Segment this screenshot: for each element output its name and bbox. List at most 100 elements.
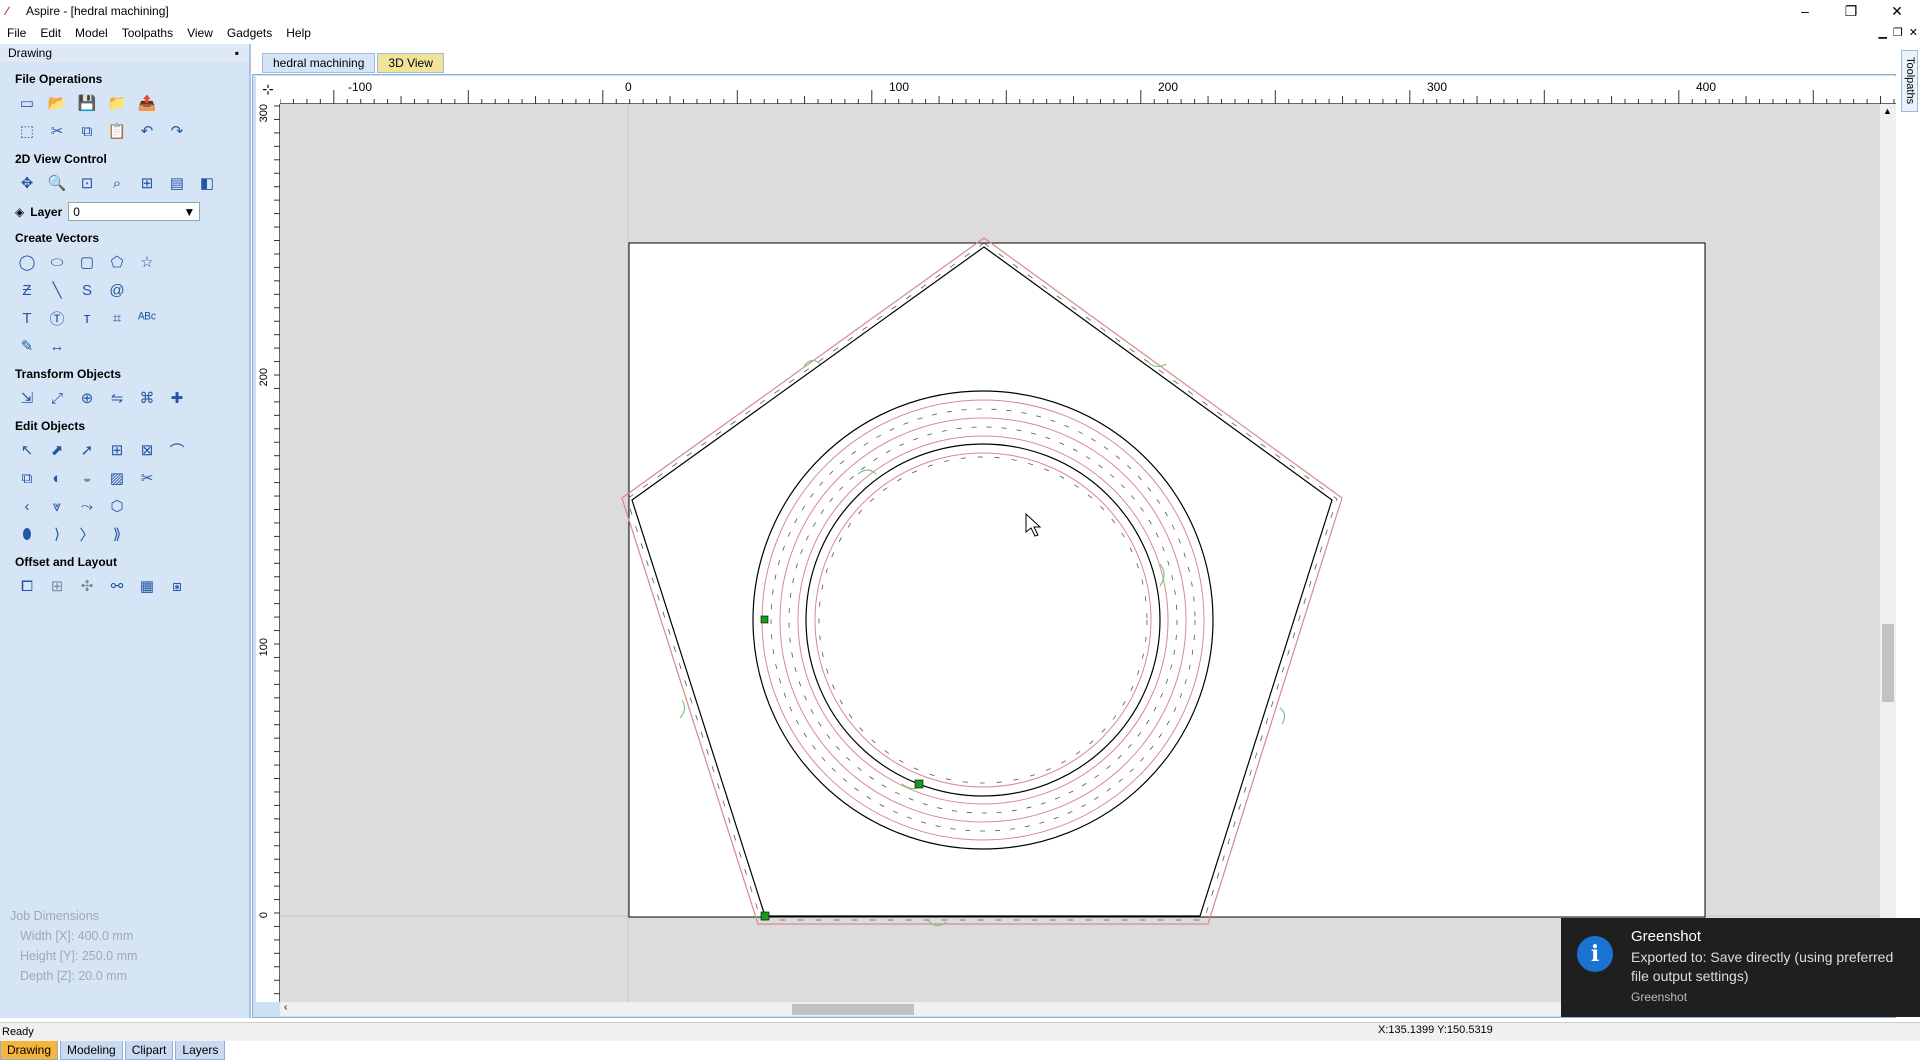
grid-icon[interactable]: ▤ <box>165 172 189 194</box>
scroll-up-icon[interactable]: ▲ <box>1883 106 1892 116</box>
subtract-icon[interactable]: ◐ <box>45 467 69 489</box>
chevron-down-icon: ▼ <box>183 204 196 219</box>
tab-layers[interactable]: Layers <box>175 1040 226 1060</box>
center-view-icon[interactable]: ⊞ <box>135 172 159 194</box>
save-icon[interactable]: 💾 <box>75 92 99 114</box>
copy-along-vector-icon[interactable]: ⚯ <box>105 575 129 597</box>
group-icon[interactable]: ⊞ <box>105 439 129 461</box>
drawing-canvas[interactable] <box>280 104 1880 1002</box>
line-icon[interactable]: ╲ <box>45 279 69 301</box>
menu-help[interactable]: Help <box>279 26 318 40</box>
new-file-icon[interactable]: ▭ <box>15 92 39 114</box>
minimize-button[interactable]: – <box>1782 0 1828 22</box>
select-icon[interactable]: ↖ <box>15 439 39 461</box>
close-vector-icon[interactable]: ‹ <box>15 495 39 517</box>
ungroup-icon[interactable]: ⊠ <box>135 439 159 461</box>
export-icon[interactable]: 📤 <box>135 92 159 114</box>
open-file-icon[interactable]: 📂 <box>45 92 69 114</box>
chevron-icon[interactable]: 〉 <box>75 523 99 545</box>
start-node-marker[interactable] <box>760 911 770 921</box>
text-on-curve-icon[interactable]: ᴛ <box>75 307 99 329</box>
weld-icon[interactable]: ⧉ <box>15 467 39 489</box>
canvas-svg[interactable] <box>280 104 1880 1002</box>
horizontal-scroll-thumb[interactable] <box>792 1004 914 1015</box>
redo-icon[interactable]: ↷ <box>165 120 189 142</box>
tab-3d-view[interactable]: 3D View <box>377 53 444 73</box>
vertical-scrollbar[interactable]: ▲ <box>1880 104 1896 1002</box>
toolpaths-side-tab[interactable]: Toolpaths <box>1901 50 1918 112</box>
pin-icon[interactable]: ▪ <box>235 46 239 60</box>
vertical-scroll-thumb[interactable] <box>1882 624 1894 702</box>
polyline-icon[interactable]: Ƶ <box>15 279 39 301</box>
tab-clipart[interactable]: Clipart <box>124 1040 174 1060</box>
spiral-icon[interactable]: @ <box>105 279 129 301</box>
ellipse-icon[interactable]: ⬭ <box>45 251 69 273</box>
text-frame-icon[interactable]: ⌗ <box>105 307 129 329</box>
close-button[interactable]: ✕ <box>1874 0 1920 22</box>
mdi-close-icon[interactable]: ✕ <box>1909 26 1918 39</box>
align-icon[interactable]: ⊕ <box>75 387 99 409</box>
mdi-restore-icon[interactable]: ❐ <box>1893 26 1903 39</box>
star-icon[interactable]: ☆ <box>135 251 159 273</box>
interactive-select-icon[interactable]: ➚ <box>75 439 99 461</box>
mdi-minimize-icon[interactable]: ▁ <box>1878 26 1886 39</box>
menu-edit[interactable]: Edit <box>33 26 68 40</box>
pan-icon[interactable]: ✥ <box>15 172 39 194</box>
select-all-icon[interactable]: ⬚ <box>15 120 39 142</box>
scroll-left-icon[interactable]: ‹ <box>284 1002 287 1013</box>
abc-icon[interactable]: ᴬᴮᶜ <box>135 307 159 329</box>
dimension-icon[interactable]: ↔ <box>45 335 69 357</box>
restore-button[interactable]: ❐ <box>1828 0 1874 22</box>
scale-icon[interactable]: ⤢ <box>45 387 69 409</box>
cut-icon[interactable]: ✂ <box>45 120 69 142</box>
curve-icon[interactable]: S <box>75 279 99 301</box>
ruler-corner-icon[interactable]: ⊹ <box>256 76 280 104</box>
extend-icon[interactable]: ⬡ <box>105 495 129 517</box>
start-node-marker[interactable] <box>760 615 769 624</box>
smooth-icon[interactable]: ⬮ <box>15 523 39 545</box>
text-icon[interactable]: T <box>15 307 39 329</box>
block-copy-icon[interactable]: ▦ <box>135 575 159 597</box>
curve-fit-icon[interactable]: ⤳ <box>75 495 99 517</box>
zoom-window-icon[interactable]: ⌕ <box>105 172 129 194</box>
menu-model[interactable]: Model <box>68 26 115 40</box>
rectangle-icon[interactable]: ▢ <box>75 251 99 273</box>
polygon-icon[interactable]: ⬠ <box>105 251 129 273</box>
tab-modeling[interactable]: Modeling <box>60 1040 123 1060</box>
mirror-icon[interactable]: ⇋ <box>105 387 129 409</box>
paste-icon[interactable]: 📋 <box>105 120 129 142</box>
tab-drawing[interactable]: Drawing <box>0 1040 59 1060</box>
import-icon[interactable]: 📁 <box>105 92 129 114</box>
greenshot-notification[interactable]: i Greenshot Exported to: Save directly (… <box>1561 918 1920 1017</box>
join-icon[interactable]: ⌒ <box>165 439 189 461</box>
nesting-icon[interactable]: ⊞ <box>45 575 69 597</box>
circle-icon[interactable]: ◯ <box>15 251 39 273</box>
distort-icon[interactable]: ⌘ <box>135 387 159 409</box>
trace-icon[interactable]: ✎ <box>15 335 39 357</box>
move-icon[interactable]: ⇲ <box>15 387 39 409</box>
bracket-right-icon[interactable]: ⟫ <box>105 523 129 545</box>
trim-icon[interactable]: ✂ <box>135 467 159 489</box>
offset-icon[interactable]: ⧠ <box>15 575 39 597</box>
set-origin-icon[interactable]: ✚ <box>165 387 189 409</box>
undo-icon[interactable]: ↶ <box>135 120 159 142</box>
menu-gadgets[interactable]: Gadgets <box>220 26 279 40</box>
text-box-icon[interactable]: Ⓣ <box>45 307 69 329</box>
zoom-icon[interactable]: 🔍 <box>45 172 69 194</box>
menu-toolpaths[interactable]: Toolpaths <box>115 26 180 40</box>
fillet-icon[interactable]: ▨ <box>105 467 129 489</box>
node-edit-icon[interactable]: ⬈ <box>45 439 69 461</box>
bracket-left-icon[interactable]: ⟩ <box>45 523 69 545</box>
layer-dropdown[interactable]: 0 ▼ <box>68 202 201 221</box>
intersect-icon[interactable]: ◒ <box>75 467 99 489</box>
tab-hedral-machining[interactable]: hedral machining <box>262 53 376 73</box>
split-view-icon[interactable]: ◧ <box>195 172 219 194</box>
menu-view[interactable]: View <box>180 26 220 40</box>
zoom-all-icon[interactable]: ⊡ <box>75 172 99 194</box>
auto-layout-icon[interactable]: ⧆ <box>165 575 189 597</box>
copy-icon[interactable]: ⧉ <box>75 120 99 142</box>
array-copy-icon[interactable]: ✣ <box>75 575 99 597</box>
start-node-marker[interactable] <box>914 779 924 789</box>
menu-file[interactable]: File <box>0 26 33 40</box>
join-vectors-icon[interactable]: ⩔ <box>45 495 69 517</box>
